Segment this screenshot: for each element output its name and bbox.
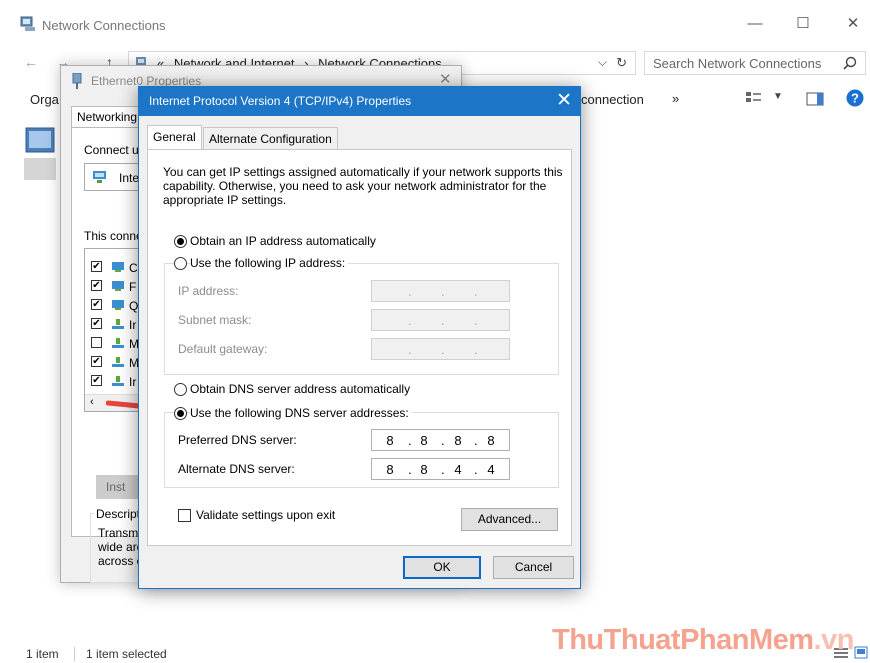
obtain-dns-auto-label: Obtain DNS server address automatically bbox=[190, 382, 411, 396]
ipv4-title-bar: Internet Protocol Version 4 (TCP/IPv4) P… bbox=[139, 87, 580, 116]
obtain-ip-auto-radio[interactable] bbox=[174, 235, 187, 248]
protocol-component-icon bbox=[112, 357, 124, 367]
tab-general[interactable]: General bbox=[147, 125, 202, 150]
tab-alternate-configuration[interactable]: Alternate Configuration bbox=[203, 127, 338, 149]
advanced-button[interactable]: Advanced... bbox=[461, 508, 558, 531]
view-dropdown-icon[interactable]: ▼ bbox=[773, 91, 783, 102]
cancel-button[interactable]: Cancel bbox=[493, 556, 574, 579]
validate-settings-checkbox[interactable] bbox=[178, 509, 191, 522]
ipv4-close-icon[interactable]: ✕ bbox=[556, 89, 572, 112]
ip-address-field[interactable]: ... bbox=[371, 280, 510, 302]
protocol-component-icon bbox=[112, 319, 124, 329]
alternate-dns-octet-4: 4 bbox=[487, 462, 495, 477]
more-commands-chevron-icon[interactable]: » bbox=[672, 91, 679, 106]
search-placeholder: Search Network Connections bbox=[653, 56, 822, 71]
maximize-button[interactable]: ☐ bbox=[788, 12, 818, 36]
preferred-dns-octet-3: 8 bbox=[454, 433, 462, 448]
window-title: Network Connections bbox=[42, 18, 166, 33]
protocol-component-icon bbox=[112, 376, 124, 386]
watermark-suffix: .vn bbox=[813, 624, 855, 656]
help-icon[interactable]: ? bbox=[846, 89, 864, 107]
use-following-ip-label: Use the following IP address: bbox=[190, 256, 349, 270]
search-icon bbox=[843, 56, 857, 70]
component-label: F bbox=[129, 280, 137, 294]
validate-settings-label: Validate settings upon exit bbox=[196, 508, 336, 522]
status-selected-count: 1 item selected bbox=[86, 647, 167, 661]
subnet-mask-field[interactable]: ... bbox=[371, 309, 510, 331]
client-component-icon bbox=[112, 281, 124, 291]
organize-menu[interactable]: Orga bbox=[30, 92, 59, 107]
alternate-dns-octet-1: 8 bbox=[386, 462, 394, 477]
ethernet-adapter-icon bbox=[24, 127, 56, 180]
ipv4-dialog-title: Internet Protocol Version 4 (TCP/IPv4) P… bbox=[149, 94, 412, 108]
ethernet-plug-icon bbox=[72, 73, 82, 89]
alternate-dns-octet-3: 4 bbox=[454, 462, 462, 477]
description-line-2: wide are bbox=[98, 540, 144, 554]
component-checkbox[interactable]: ✔ bbox=[91, 299, 102, 310]
default-gateway-field[interactable]: ... bbox=[371, 338, 510, 360]
network-adapter-icon bbox=[93, 171, 106, 183]
component-checkbox[interactable]: ✔ bbox=[91, 261, 102, 272]
component-checkbox[interactable] bbox=[91, 337, 102, 348]
alternate-dns-octet-2: 8 bbox=[420, 462, 428, 477]
use-following-dns-radio[interactable] bbox=[174, 407, 187, 420]
connection-command[interactable]: connection bbox=[581, 92, 644, 107]
preferred-dns-octet-2: 8 bbox=[420, 433, 428, 448]
chevron-down-icon[interactable]: ⌵ bbox=[598, 55, 607, 70]
general-panel: You can get IP settings assigned automat… bbox=[147, 149, 572, 546]
connect-using-label: Connect u bbox=[84, 143, 139, 157]
obtain-ip-auto-label: Obtain an IP address automatically bbox=[190, 234, 376, 248]
use-following-dns-label: Use the following DNS server addresses: bbox=[190, 406, 412, 420]
protocol-component-icon bbox=[112, 338, 124, 348]
view-options-icon[interactable] bbox=[745, 91, 763, 107]
watermark-logo: ThuThuatPhanMem.vn bbox=[552, 624, 854, 657]
component-label: Ir bbox=[129, 318, 137, 332]
network-connections-icon bbox=[20, 16, 35, 31]
ipv4-properties-dialog: Internet Protocol Version 4 (TCP/IPv4) P… bbox=[138, 86, 581, 589]
scroll-left-icon[interactable]: ‹ bbox=[90, 396, 94, 408]
subnet-mask-label: Subnet mask: bbox=[178, 313, 252, 327]
preferred-dns-field[interactable]: 8 . 8 . 8 . 8 bbox=[371, 429, 510, 451]
refresh-icon[interactable]: ↻ bbox=[616, 55, 627, 71]
component-checkbox[interactable]: ✔ bbox=[91, 280, 102, 291]
use-following-ip-radio[interactable] bbox=[174, 257, 187, 270]
watermark-main: ThuThuatPhanMem bbox=[552, 624, 814, 656]
component-checkbox[interactable]: ✔ bbox=[91, 318, 102, 329]
ok-button[interactable]: OK bbox=[403, 556, 481, 579]
preferred-dns-octet-1: 8 bbox=[386, 433, 394, 448]
preferred-dns-label: Preferred DNS server: bbox=[178, 433, 297, 447]
alternate-dns-label: Alternate DNS server: bbox=[178, 462, 295, 476]
adapter-name: Inte bbox=[119, 171, 140, 185]
component-label: Ir bbox=[129, 375, 137, 389]
obtain-dns-auto-radio[interactable] bbox=[174, 383, 187, 396]
description-line-3: across c bbox=[98, 554, 143, 568]
preferred-dns-octet-4: 8 bbox=[487, 433, 495, 448]
search-input[interactable]: Search Network Connections bbox=[644, 51, 866, 75]
client-component-icon bbox=[112, 300, 124, 310]
status-item-count: 1 item bbox=[26, 647, 59, 661]
component-label: Q bbox=[129, 299, 139, 313]
component-label: C bbox=[129, 261, 138, 275]
default-gateway-label: Default gateway: bbox=[178, 342, 268, 356]
ip-settings-description: You can get IP settings assigned automat… bbox=[163, 165, 563, 207]
preview-pane-icon[interactable] bbox=[806, 91, 824, 107]
component-checkbox[interactable]: ✔ bbox=[91, 356, 102, 367]
this-connection-label: This conne bbox=[84, 229, 143, 243]
description-line-1: Transmi bbox=[98, 526, 141, 540]
window-title-bar: Network Connections — ☐ ✕ bbox=[0, 0, 870, 46]
svg-text:?: ? bbox=[851, 91, 859, 106]
back-arrow-icon[interactable]: ← bbox=[24, 54, 38, 70]
minimize-button[interactable]: — bbox=[740, 12, 770, 36]
ip-address-label: IP address: bbox=[178, 284, 239, 298]
close-window-button[interactable]: ✕ bbox=[838, 12, 868, 36]
alternate-dns-field[interactable]: 8 . 8 . 4 . 4 bbox=[371, 458, 510, 480]
client-component-icon bbox=[112, 262, 124, 272]
large-icons-view-icon[interactable] bbox=[854, 646, 868, 659]
component-checkbox[interactable]: ✔ bbox=[91, 375, 102, 386]
